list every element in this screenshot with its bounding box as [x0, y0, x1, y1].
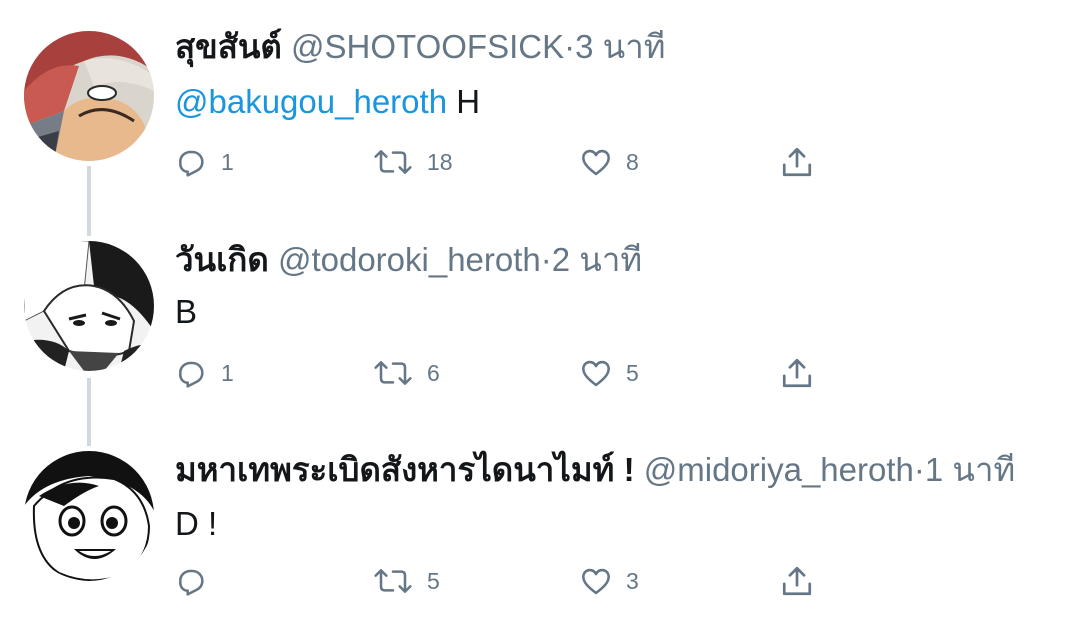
tweet-header: วันเกิด @todoroki_heroth·2 นาที	[175, 240, 642, 280]
reply-button[interactable]: 1	[175, 142, 234, 182]
mention-link[interactable]: @bakugou_heroth	[175, 83, 447, 120]
avatar[interactable]	[24, 31, 154, 161]
retweet-button[interactable]: 5	[373, 561, 440, 601]
timestamp[interactable]: 1 นาที	[925, 451, 1015, 488]
retweet-icon	[374, 361, 412, 385]
separator-dot: ·	[540, 241, 552, 278]
avatar-image	[24, 31, 154, 161]
display-name[interactable]: สุขสันต์	[175, 28, 282, 65]
like-count: 8	[626, 148, 639, 175]
separator-dot: ·	[913, 451, 925, 488]
tweet-text: B	[175, 292, 197, 332]
avatar[interactable]	[24, 451, 154, 581]
retweet-button[interactable]: 6	[373, 353, 440, 393]
retweet-icon	[374, 150, 412, 174]
reply-icon	[179, 150, 204, 177]
user-handle[interactable]: @todoroki_heroth	[278, 241, 541, 278]
share-icon	[782, 358, 812, 388]
retweet-count: 6	[427, 359, 440, 386]
heart-icon	[582, 149, 610, 176]
retweet-button[interactable]: 18	[373, 142, 453, 182]
tweet-text-content: H	[456, 83, 481, 120]
tweet-actions: 5 3	[175, 561, 975, 601]
timestamp[interactable]: 3 นาที	[575, 28, 665, 65]
reply-button[interactable]: 1	[175, 353, 234, 393]
user-handle[interactable]: @SHOTOOFSICK	[291, 28, 564, 65]
tweet-text: D !	[175, 504, 217, 544]
tweet-text: @bakugou_heroth H	[175, 82, 480, 122]
heart-icon	[582, 568, 610, 595]
tweet-3[interactable]: มหาเทพระเบิดสังหารไดนาไมท์ ! @midoriya_h…	[0, 422, 1084, 624]
avatar-image	[24, 451, 154, 581]
tweet-text-content: B	[175, 293, 198, 330]
tweet-header: มหาเทพระเบิดสังหารไดนาไมท์ ! @midoriya_h…	[175, 450, 1015, 490]
like-button[interactable]: 5	[580, 353, 639, 393]
tweet-actions: 1 18 8	[175, 142, 975, 182]
reply-count: 1	[221, 148, 234, 175]
reply-count: 1	[221, 359, 234, 386]
tweet-2[interactable]: วันเกิด @todoroki_heroth·2 นาที B 1 6 5	[0, 212, 1084, 422]
share-button[interactable]	[780, 142, 814, 182]
tweet-header: สุขสันต์ @SHOTOOFSICK·3 นาที	[175, 27, 665, 67]
heart-icon	[582, 360, 610, 387]
reply-icon	[179, 569, 204, 596]
avatar-image	[24, 241, 154, 371]
tweet-1[interactable]: สุขสันต์ @SHOTOOFSICK·3 นาที @bakugou_he…	[0, 0, 1084, 212]
display-name[interactable]: วันเกิด	[175, 241, 269, 278]
retweet-icon	[374, 569, 412, 593]
avatar[interactable]	[24, 241, 154, 371]
timestamp[interactable]: 2 นาที	[552, 241, 642, 278]
like-count: 3	[626, 567, 639, 594]
retweet-count: 5	[427, 567, 440, 594]
reply-icon	[179, 361, 204, 388]
tweet-text-content: D !	[175, 505, 218, 542]
share-button[interactable]	[780, 561, 814, 601]
user-handle[interactable]: @midoriya_heroth	[644, 451, 914, 488]
tweet-actions: 1 6 5	[175, 353, 975, 393]
retweet-count: 18	[427, 148, 453, 175]
like-button[interactable]: 8	[580, 142, 639, 182]
reply-button[interactable]	[175, 561, 221, 601]
like-button[interactable]: 3	[580, 561, 639, 601]
separator-dot: ·	[564, 28, 576, 65]
share-button[interactable]	[780, 353, 814, 393]
display-name[interactable]: มหาเทพระเบิดสังหารไดนาไมท์ !	[175, 451, 635, 488]
share-icon	[782, 566, 812, 596]
like-count: 5	[626, 359, 639, 386]
share-icon	[782, 147, 812, 177]
